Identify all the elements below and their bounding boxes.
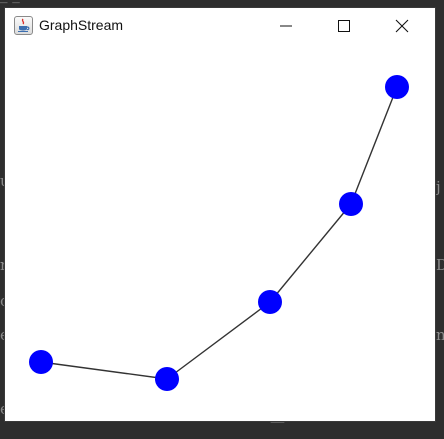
graph-nodes — [29, 75, 409, 391]
graph-node[interactable] — [155, 367, 179, 391]
minimize-icon — [280, 25, 292, 27]
maximize-button[interactable] — [321, 8, 367, 44]
graph-node[interactable] — [385, 75, 409, 99]
close-icon — [395, 19, 409, 33]
background-text: D — [436, 256, 444, 274]
minimize-button[interactable] — [263, 8, 309, 44]
graph-canvas[interactable] — [5, 44, 435, 421]
graph-edge — [350, 86, 398, 205]
maximize-icon — [338, 20, 350, 32]
graph-node[interactable] — [258, 290, 282, 314]
title-bar[interactable]: GraphStream — [5, 8, 435, 44]
java-cup-icon[interactable] — [14, 16, 33, 35]
background-text: n — [436, 326, 444, 344]
graph-edge — [166, 301, 271, 380]
graph-node[interactable] — [339, 192, 363, 216]
graph-edge — [269, 203, 352, 303]
graph-view — [29, 75, 409, 391]
window-title: GraphStream — [39, 17, 124, 33]
background-text: j — [436, 178, 441, 196]
close-button[interactable] — [379, 8, 425, 44]
graphstream-window: GraphStream — [5, 8, 435, 421]
graph-node[interactable] — [29, 350, 53, 374]
graph-edge — [40, 361, 168, 380]
graph-edges — [40, 86, 398, 380]
